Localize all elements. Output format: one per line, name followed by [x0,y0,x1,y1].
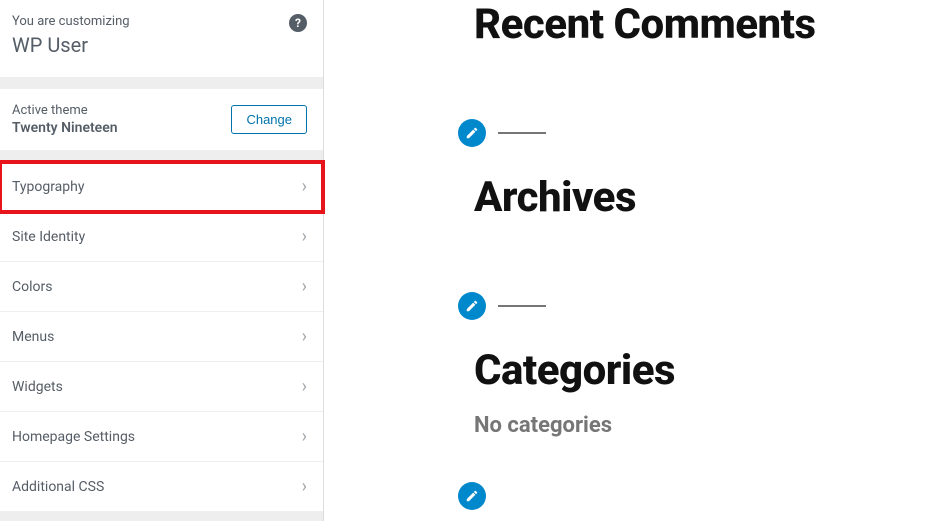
chevron-right-icon: › [302,326,307,347]
menu-item-homepage-settings[interactable]: Homepage Settings › [0,412,323,462]
chevron-right-icon: › [302,376,307,397]
help-icon[interactable]: ? [289,14,307,32]
separator-line [498,132,546,134]
no-categories-text: No categories [474,413,936,438]
separator-line [498,305,546,307]
site-title: WP User [12,33,307,57]
menu-item-additional-css[interactable]: Additional CSS › [0,462,323,512]
menu-item-typography[interactable]: Typography › [0,162,323,212]
recent-comments-widget: Recent Comments [474,0,936,49]
chevron-right-icon: › [302,176,307,197]
customizer-menu: Typography › Site Identity › Colors › Me… [0,162,323,512]
archives-title: Archives [474,173,936,222]
chevron-right-icon: › [302,426,307,447]
site-preview: Recent Comments Archives Categories No c… [324,0,936,521]
menu-item-label: Site Identity [12,229,85,245]
menu-item-label: Homepage Settings [12,429,135,445]
customizer-sidebar: You are customizing WP User ? Active the… [0,0,324,521]
theme-info: Active theme Twenty Nineteen [12,103,118,136]
pencil-icon[interactable] [458,119,486,147]
categories-title: Categories [474,346,936,395]
theme-name: Twenty Nineteen [12,120,118,136]
theme-section: Active theme Twenty Nineteen Change [0,89,323,150]
widget-edit-row [458,482,936,510]
pencil-icon[interactable] [458,482,486,510]
menu-item-label: Additional CSS [12,479,104,495]
widget-edit-row [458,119,936,147]
customizer-header: You are customizing WP User ? [0,0,323,77]
active-theme-label: Active theme [12,103,118,118]
customizing-label: You are customizing [12,14,307,29]
chevron-right-icon: › [302,276,307,297]
menu-item-site-identity[interactable]: Site Identity › [0,212,323,262]
menu-item-label: Typography [12,179,84,195]
chevron-right-icon: › [302,476,307,497]
menu-item-widgets[interactable]: Widgets › [0,362,323,412]
pencil-icon[interactable] [458,292,486,320]
change-theme-button[interactable]: Change [231,105,307,134]
menu-item-colors[interactable]: Colors › [0,262,323,312]
recent-comments-title: Recent Comments [474,0,936,49]
menu-item-label: Colors [12,279,52,295]
widget-edit-row [458,292,936,320]
menu-item-menus[interactable]: Menus › [0,312,323,362]
menu-item-label: Widgets [12,379,63,395]
chevron-right-icon: › [302,226,307,247]
menu-item-label: Menus [12,329,54,345]
